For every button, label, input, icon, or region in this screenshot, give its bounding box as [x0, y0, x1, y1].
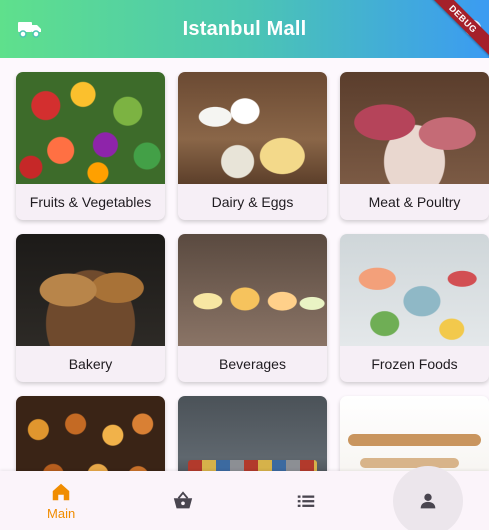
- app-title: Istanbul Mall: [182, 17, 307, 40]
- category-card-frozen-foods[interactable]: Frozen Foods: [340, 234, 489, 382]
- category-label: Beverages: [219, 356, 286, 372]
- category-label: Fruits & Vegetables: [29, 194, 152, 210]
- nav-item-main[interactable]: Main: [0, 471, 122, 530]
- debug-banner: DEBUG: [424, 0, 489, 58]
- nav-item-profile[interactable]: [367, 465, 489, 530]
- category-label: Dairy & Eggs: [211, 194, 294, 210]
- category-label: Meat & Poultry: [368, 194, 461, 210]
- app-bar: Istanbul Mall DEBUG: [0, 0, 489, 58]
- category-grid: Fruits & Vegetables Dairy & Eggs Meat & …: [16, 72, 489, 530]
- category-image: [340, 72, 489, 184]
- category-label: Frozen Foods: [371, 356, 458, 372]
- category-label: Bakery: [68, 356, 113, 372]
- category-image: [16, 72, 165, 184]
- truck-icon[interactable]: [18, 20, 42, 38]
- category-image: [16, 234, 165, 346]
- home-icon: [52, 483, 70, 500]
- category-card-meat-poultry[interactable]: Meat & Poultry: [340, 72, 489, 220]
- basket-icon: [174, 490, 193, 508]
- nav-item-cart[interactable]: [122, 471, 244, 530]
- bottom-navigation: Main: [0, 465, 489, 530]
- category-image: [178, 72, 327, 184]
- person-icon: [420, 493, 436, 508]
- category-card-beverages[interactable]: Beverages: [178, 234, 327, 382]
- category-card-bakery[interactable]: Bakery: [16, 234, 165, 382]
- list-icon: [297, 495, 314, 507]
- category-card-dairy-eggs[interactable]: Dairy & Eggs: [178, 72, 327, 220]
- category-card-fruits-vegetables[interactable]: Fruits & Vegetables: [16, 72, 165, 220]
- category-image: [340, 234, 489, 346]
- app-root: Istanbul Mall DEBUG Fruits & Vegetables …: [0, 0, 489, 530]
- category-image: [178, 234, 327, 346]
- nav-label-main: Main: [47, 505, 76, 521]
- nav-item-orders[interactable]: [245, 471, 367, 530]
